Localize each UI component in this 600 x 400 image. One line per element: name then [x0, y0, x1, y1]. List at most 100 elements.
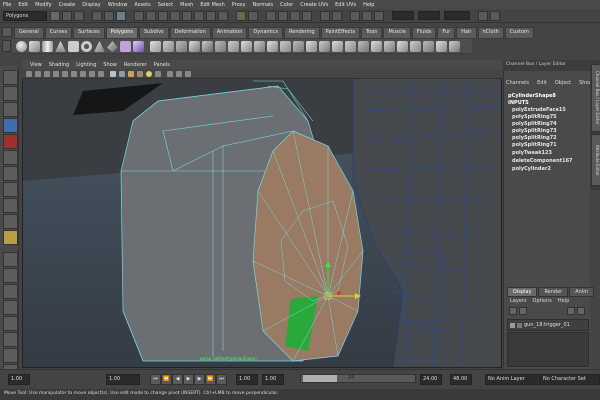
select-tool-icon[interactable] — [3, 70, 18, 85]
select-by-surface-icon[interactable] — [170, 11, 180, 21]
range-end2-field[interactable]: 48.00 — [450, 374, 472, 385]
average-vertices-icon[interactable] — [267, 41, 278, 52]
poly-plane-icon[interactable] — [68, 41, 79, 52]
custom-tool-icon[interactable] — [3, 230, 18, 245]
select-by-render-icon[interactable] — [206, 11, 216, 21]
select-by-dynamic-icon[interactable] — [194, 11, 204, 21]
select-hierarchy-icon[interactable] — [92, 11, 102, 21]
gate-mask-icon[interactable] — [71, 71, 77, 77]
channel-menu-edit[interactable]: Edit — [537, 80, 547, 88]
menu-edit[interactable]: Edit — [18, 2, 28, 8]
select-by-curve-icon[interactable] — [158, 11, 168, 21]
image-plane-icon[interactable] — [44, 71, 50, 77]
combine-icon[interactable] — [150, 41, 161, 52]
poly-pyramid-icon[interactable] — [107, 41, 118, 52]
textured-icon[interactable] — [137, 71, 143, 77]
go-to-start-icon[interactable]: ⏮ — [150, 374, 161, 385]
layer-name[interactable]: gun_18:trigger_01 — [524, 322, 570, 328]
character-set-select[interactable]: No Character Set — [540, 374, 600, 385]
poly-pipe-icon[interactable] — [120, 41, 131, 52]
snap-curve-icon[interactable] — [278, 11, 288, 21]
layer-row[interactable]: gun_18:trigger_01 — [507, 319, 589, 331]
menu-modify[interactable]: Modify — [35, 2, 52, 8]
snap-point-icon[interactable] — [290, 11, 300, 21]
boolean-union-icon[interactable] — [202, 41, 213, 52]
snap-plane-icon[interactable] — [302, 11, 312, 21]
menu-edit-uvs[interactable]: Edit UVs — [335, 2, 356, 8]
cut-faces-icon[interactable] — [371, 41, 382, 52]
range-slider-handle[interactable] — [303, 375, 337, 382]
rotate-tool-icon[interactable] — [3, 134, 18, 149]
move-layer-up-icon[interactable] — [509, 307, 517, 315]
anim-layer-select[interactable]: No Anim Layer — [485, 374, 541, 385]
poly-sphere-icon[interactable] — [16, 41, 27, 52]
show-manipulator-icon[interactable] — [3, 198, 18, 213]
current-time-field[interactable]: 1.00 — [106, 374, 140, 385]
poly-cylinder-icon[interactable] — [42, 41, 53, 52]
input-field-1[interactable] — [392, 11, 414, 20]
triangulate-icon[interactable] — [306, 41, 317, 52]
xray-joints-icon[interactable] — [185, 71, 191, 77]
move-tool-icon[interactable] — [3, 118, 18, 133]
highlight-selection-icon[interactable] — [248, 11, 258, 21]
menu-window[interactable]: Window — [108, 2, 128, 8]
safe-action-icon[interactable] — [89, 71, 95, 77]
history-item[interactable]: polySplitRing71 — [512, 142, 557, 148]
paint-select-tool-icon[interactable] — [3, 102, 18, 117]
resolution-gate-icon[interactable] — [62, 71, 68, 77]
wireframe-on-shaded-icon[interactable] — [128, 71, 134, 77]
select-object-icon[interactable] — [104, 11, 114, 21]
input-ops-icon[interactable] — [332, 11, 342, 21]
z-axis-handle[interactable] — [337, 291, 341, 295]
panel-menu-renderer[interactable]: Renderer — [124, 62, 147, 68]
lock-selection-icon[interactable] — [236, 11, 246, 21]
panel-menu-show[interactable]: Show — [103, 62, 117, 68]
panel-menu-panels[interactable]: Panels — [154, 62, 170, 68]
shape-node-name[interactable]: pCylinderShape8 — [508, 93, 556, 99]
mirror-geometry-icon[interactable] — [241, 41, 252, 52]
quadrangulate-icon[interactable] — [319, 41, 330, 52]
smooth-shade-icon[interactable] — [119, 71, 125, 77]
render-settings-icon[interactable] — [374, 11, 384, 21]
go-to-end-icon[interactable]: ⏭ — [216, 374, 227, 385]
insert-edge-loop-icon[interactable] — [397, 41, 408, 52]
menu-create[interactable]: Create — [59, 2, 76, 8]
history-item[interactable]: polySplitRing75 — [512, 114, 557, 120]
poly-cube-icon[interactable] — [29, 41, 40, 52]
field-chart-icon[interactable] — [80, 71, 86, 77]
poly-cone-icon[interactable] — [55, 41, 66, 52]
shelf-menu-icon[interactable] — [2, 27, 12, 37]
select-component-icon[interactable] — [116, 11, 126, 21]
boolean-intersection-icon[interactable] — [228, 41, 239, 52]
mirror-cut-icon[interactable] — [254, 41, 265, 52]
save-scene-icon[interactable] — [74, 11, 84, 21]
mode-selector[interactable]: Polygons — [3, 11, 47, 21]
universal-manipulator-icon[interactable] — [3, 166, 18, 181]
split-polygon-icon[interactable] — [384, 41, 395, 52]
history-item[interactable]: deleteComponent167 — [512, 158, 573, 164]
bevel-icon[interactable] — [423, 41, 434, 52]
bridge-icon[interactable] — [345, 41, 356, 52]
new-layer-selected-icon[interactable] — [577, 307, 585, 315]
wireframe-icon[interactable] — [110, 71, 116, 77]
open-scene-icon[interactable] — [62, 11, 72, 21]
display-type-icon[interactable] — [517, 323, 522, 328]
shadows-icon[interactable] — [155, 71, 161, 77]
play-forward-icon[interactable]: ▶ — [194, 374, 205, 385]
menu-edit-mesh[interactable]: Edit Mesh — [200, 2, 224, 8]
soft-mod-tool-icon[interactable] — [3, 182, 18, 197]
extrude-icon[interactable] — [332, 41, 343, 52]
tab-anim[interactable]: Anim — [569, 287, 595, 297]
persp-graph-layout-icon[interactable] — [3, 300, 18, 315]
panel-menu-shading[interactable]: Shading — [49, 62, 69, 68]
start-time-field[interactable]: 1.00 — [8, 374, 30, 385]
isolate-select-icon[interactable] — [167, 71, 173, 77]
input-field-2[interactable] — [418, 11, 440, 20]
merge-icon[interactable] — [436, 41, 447, 52]
dope-sheet-layout-icon[interactable] — [3, 332, 18, 347]
reduce-icon[interactable] — [293, 41, 304, 52]
poly-prism-icon[interactable] — [94, 41, 105, 52]
menu-file[interactable]: File — [3, 2, 11, 8]
soften-edge-icon[interactable] — [449, 41, 460, 52]
menu-mesh[interactable]: Mesh — [180, 2, 193, 8]
